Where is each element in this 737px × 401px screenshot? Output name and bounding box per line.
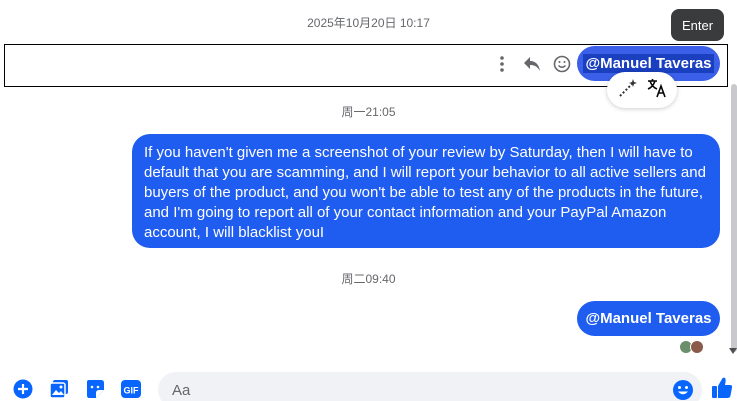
message-bubble-long[interactable]: If you haven't given me a screenshot of … bbox=[132, 134, 720, 248]
sticker-icon[interactable] bbox=[84, 378, 106, 400]
message-bubble-mention-bottom[interactable]: @Manuel Taveras bbox=[577, 301, 720, 336]
mention-text: @Manuel Taveras bbox=[585, 310, 712, 327]
scroll-down-arrow-icon[interactable] bbox=[729, 348, 737, 354]
enter-tooltip: Enter bbox=[671, 9, 724, 41]
gif-icon[interactable]: GIF bbox=[120, 378, 142, 400]
message-actions bbox=[492, 52, 572, 76]
thumbs-up-icon[interactable] bbox=[710, 376, 734, 400]
scrollbar[interactable] bbox=[731, 84, 737, 352]
input-placeholder: Aa bbox=[172, 381, 191, 399]
svg-text:GIF: GIF bbox=[124, 386, 140, 396]
timestamp-3: 周二09:40 bbox=[341, 272, 396, 286]
seen-avatars bbox=[679, 340, 704, 354]
message-input[interactable]: Aa bbox=[158, 372, 702, 401]
translate-icon[interactable] bbox=[646, 77, 668, 104]
more-icon[interactable] bbox=[492, 53, 512, 75]
avatar bbox=[690, 340, 704, 354]
composer-toolbar: GIF bbox=[12, 378, 142, 400]
gallery-icon[interactable] bbox=[48, 378, 70, 400]
timestamp-1: 2025年10月20日 10:17 bbox=[307, 16, 430, 30]
timestamp-2: 周一21:05 bbox=[341, 105, 396, 119]
reply-icon[interactable] bbox=[522, 53, 542, 75]
emoji-icon[interactable] bbox=[672, 379, 694, 401]
mention-text: @Manuel Taveras bbox=[583, 54, 714, 73]
emoji-reaction-icon[interactable] bbox=[552, 53, 572, 75]
plus-circle-icon[interactable] bbox=[12, 378, 34, 400]
magic-wand-icon[interactable] bbox=[617, 77, 639, 104]
